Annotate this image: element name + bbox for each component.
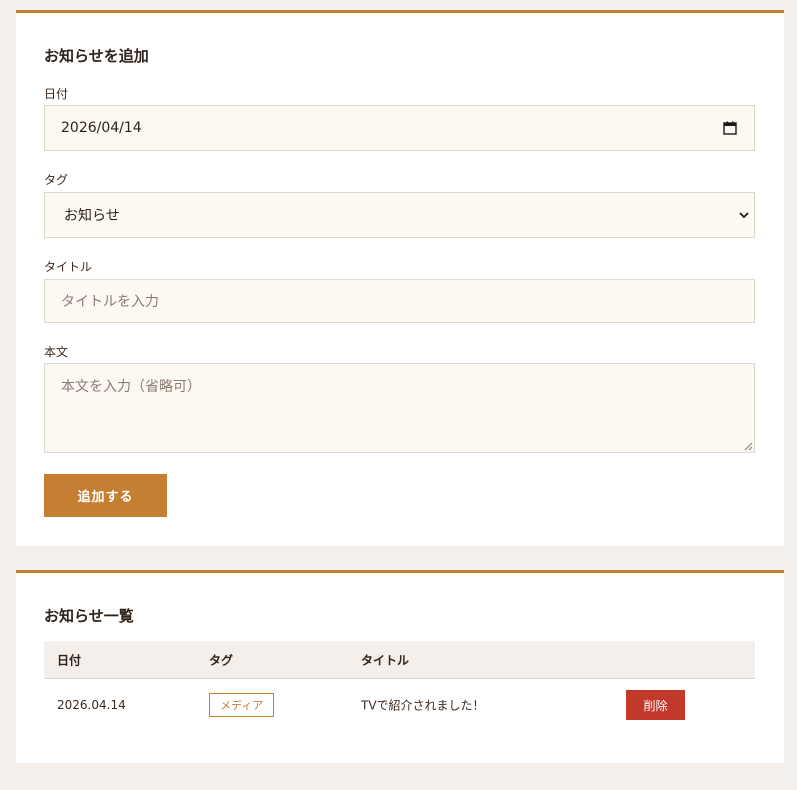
date-label: 日付 <box>44 87 69 101</box>
tag-selected-value: お知らせ <box>64 208 120 224</box>
table-row: 2026.04.14 メディア TVで紹介されました！ 削除 <box>44 679 755 731</box>
column-header-tag: タグ <box>209 653 234 667</box>
column-header-date: 日付 <box>57 653 82 667</box>
add-button[interactable]: 追加する <box>44 474 167 517</box>
title-placeholder: タイトルを入力 <box>61 294 159 310</box>
resize-handle-icon[interactable] <box>744 442 753 451</box>
date-input[interactable]: 2026/04/14 <box>44 105 755 151</box>
notice-table: 日付 タグ タイトル 2026.04.14 メディア TVで紹介されました！ 削… <box>44 641 755 731</box>
title-label: タイトル <box>44 260 93 274</box>
row-date: 2026.04.14 <box>57 698 126 712</box>
body-textarea[interactable]: 本文を入力（省略可） <box>44 363 755 453</box>
chevron-down-icon <box>739 212 749 219</box>
delete-button[interactable]: 削除 <box>626 690 685 720</box>
title-input[interactable]: タイトルを入力 <box>44 279 755 323</box>
body-placeholder: 本文を入力（省略可） <box>61 379 201 395</box>
row-title: TVで紹介されました！ <box>361 698 485 713</box>
notice-list-card: お知らせ一覧 日付 タグ タイトル 2026.04.14 メディア TVで紹介さ… <box>16 570 784 763</box>
body-label: 本文 <box>44 345 69 359</box>
add-notice-heading: お知らせを追加 <box>44 47 149 65</box>
column-header-title: タイトル <box>361 653 410 667</box>
tag-select[interactable]: お知らせ <box>44 192 755 238</box>
row-tag-badge: メディア <box>209 693 275 717</box>
tag-label: タグ <box>44 173 69 187</box>
notice-list-heading: お知らせ一覧 <box>44 607 134 625</box>
date-value: 2026/04/14 <box>61 120 142 136</box>
table-header: 日付 タグ タイトル <box>44 641 755 679</box>
add-notice-card: お知らせを追加 日付 2026/04/14 タグ お知らせ タイトル タイトルを… <box>16 10 784 546</box>
calendar-icon[interactable] <box>723 121 737 135</box>
